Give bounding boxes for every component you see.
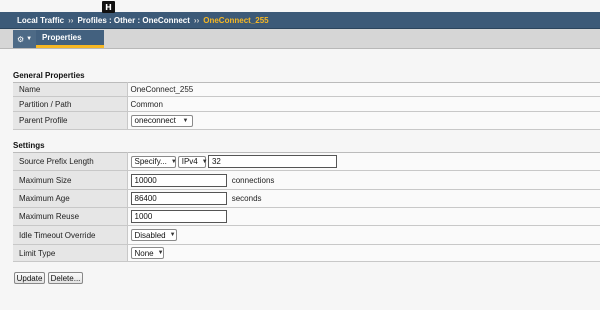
table-row: Name OneConnect_255 — [13, 82, 600, 97]
name-value: OneConnect_255 — [127, 82, 600, 97]
chevron-down-icon: ▼ — [201, 158, 208, 165]
tab-strip: ⚙ ▼ Properties — [0, 29, 600, 49]
source-prefix-input[interactable]: 32 — [207, 155, 337, 168]
general-properties-table: Name OneConnect_255 Partition / Path Com… — [13, 82, 600, 130]
table-row: Source Prefix Length Specify... ▼ IPv4 ▼… — [13, 152, 600, 171]
maximum-age-input[interactable]: 86400 — [130, 192, 227, 205]
general-properties-title: General Properties — [13, 71, 85, 80]
source-prefix-label: Source Prefix Length — [13, 152, 128, 171]
maximum-reuse-label: Maximum Reuse — [13, 207, 128, 226]
idle-timeout-select[interactable]: Disabled ▼ — [130, 229, 177, 241]
chevron-down-icon: ▼ — [170, 158, 177, 165]
breadcrumb: Local Traffic ›› Profiles : Other : OneC… — [0, 12, 600, 29]
breadcrumb-local-traffic[interactable]: Local Traffic — [17, 16, 64, 25]
table-row: Maximum Age 86400 seconds — [13, 189, 600, 208]
app-badge-icon: H — [102, 1, 115, 13]
parent-profile-label: Parent Profile — [13, 111, 128, 130]
table-row: Maximum Size 10000 connections — [13, 170, 600, 190]
parent-profile-select[interactable]: oneconnect ▼ — [130, 114, 193, 127]
name-label: Name — [13, 82, 128, 97]
source-prefix-ipversion-select[interactable]: IPv4 ▼ — [177, 155, 208, 168]
table-row: Partition / Path Common — [13, 96, 600, 112]
source-prefix-mode-select[interactable]: Specify... ▼ — [130, 155, 177, 168]
chevron-down-icon: ▼ — [182, 117, 189, 124]
maximum-age-unit: seconds — [231, 194, 262, 203]
breadcrumb-current: OneConnect_255 — [203, 15, 269, 25]
table-row: Limit Type None ▼ — [13, 244, 600, 262]
table-row: Maximum Reuse 1000 — [13, 207, 600, 226]
limit-type-select[interactable]: None ▼ — [130, 247, 164, 259]
limit-type-label: Limit Type — [13, 244, 128, 262]
parent-profile-selected: oneconnect — [134, 116, 176, 125]
limit-type-selected: None — [134, 248, 154, 258]
idle-timeout-label: Idle Timeout Override — [13, 225, 128, 245]
chevron-down-icon: ▼ — [26, 36, 33, 42]
table-row: Idle Timeout Override Disabled ▼ — [13, 225, 600, 245]
settings-title: Settings — [13, 141, 45, 150]
chevron-down-icon: ▼ — [169, 232, 176, 238]
gear-icon: ⚙ — [16, 34, 25, 44]
maximum-size-label: Maximum Size — [13, 170, 128, 190]
delete-button[interactable]: Delete... — [48, 272, 83, 284]
breadcrumb-separator: ›› — [68, 15, 74, 25]
breadcrumb-separator: ›› — [193, 15, 200, 25]
idle-timeout-selected: Disabled — [134, 230, 166, 240]
source-prefix-mode-selected: Specify... — [134, 157, 167, 166]
tab-properties[interactable]: Properties — [36, 30, 104, 48]
breadcrumb-profiles-other[interactable]: Profiles : Other : OneConnect — [77, 16, 189, 25]
maximum-age-label: Maximum Age — [13, 189, 128, 208]
partition-label: Partition / Path — [13, 96, 128, 112]
maximum-size-unit: connections — [231, 175, 275, 185]
gear-menu-button[interactable]: ⚙ ▼ — [13, 30, 36, 48]
table-row: Parent Profile oneconnect ▼ — [13, 111, 600, 130]
source-prefix-ipversion-selected: IPv4 — [181, 157, 198, 166]
update-button[interactable]: Update — [14, 272, 45, 284]
settings-table: Source Prefix Length Specify... ▼ IPv4 ▼… — [13, 152, 600, 262]
chevron-down-icon: ▼ — [157, 250, 164, 256]
maximum-size-input[interactable]: 10000 — [130, 173, 227, 187]
maximum-reuse-input[interactable]: 1000 — [130, 210, 227, 223]
partition-value: Common — [127, 96, 600, 112]
